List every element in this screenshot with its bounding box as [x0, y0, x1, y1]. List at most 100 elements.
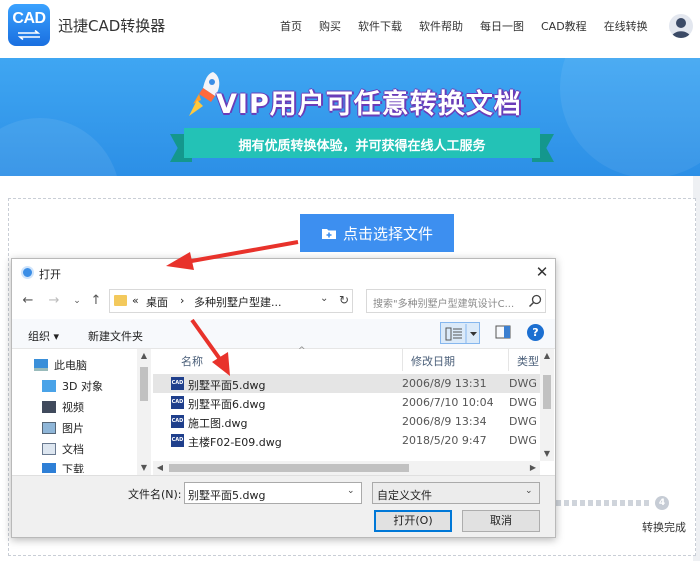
progress-track	[540, 500, 650, 506]
open-button[interactable]: 打开(O)	[374, 510, 452, 532]
tree-item-3d-objects[interactable]: 3D 对象	[42, 378, 103, 396]
command-bar: 组织 ▾ 新建文件夹 ?	[12, 319, 555, 349]
address-dropdown-icon[interactable]: ⌄	[320, 293, 328, 304]
forward-arrow-icon[interactable]: →	[46, 293, 62, 309]
document-icon	[42, 443, 56, 455]
scroll-up-icon[interactable]: ▲	[540, 349, 554, 363]
logo-icon[interactable]: CAD	[8, 4, 50, 46]
file-name: 主楼F02-E09.dwg	[188, 436, 282, 449]
filename-input[interactable]: 别墅平面5.dwg ⌄	[184, 482, 362, 504]
search-placeholder: 搜索"多种别墅户型建筑设计C...	[373, 299, 515, 310]
scroll-right-icon[interactable]: ▶	[526, 461, 540, 475]
organize-menu[interactable]: 组织 ▾	[28, 328, 59, 344]
new-folder-button[interactable]: 新建文件夹	[88, 328, 143, 344]
address-separator: ›	[180, 294, 185, 307]
address-prefix: «	[132, 294, 139, 307]
address-segment-folder[interactable]: 多种别墅户型建...	[194, 294, 282, 310]
banner-title: VIP用户可任意转换文档	[216, 89, 522, 120]
vip-banner[interactable]: VIP用户可任意转换文档 拥有优质转换体验，并可获得在线人工服务	[0, 58, 700, 176]
details-view-icon	[445, 324, 477, 344]
brand-name[interactable]: 迅捷CAD转换器	[58, 15, 165, 36]
cube-icon	[42, 380, 56, 392]
chevron-down-icon[interactable]: ⌄	[525, 486, 533, 496]
file-list-vscrollbar[interactable]: ▲ ▼	[540, 349, 554, 461]
cancel-button[interactable]: 取消	[462, 510, 540, 532]
view-options-button[interactable]	[440, 322, 480, 344]
file-row[interactable]: CAD 别墅平面5.dwg 2006/8/9 13:31 DWG	[153, 374, 541, 393]
file-name: 别墅平面5.dwg	[188, 379, 266, 392]
navigation-pane: 此电脑 3D 对象 视频 图片 文档 下载	[12, 349, 152, 475]
file-date: 2006/8/9 13:34	[402, 415, 487, 428]
address-bar[interactable]: « 桌面 › 多种别墅户型建... ⌄ ↻	[109, 289, 353, 313]
banner-subtitle: 拥有优质转换体验，并可获得在线人工服务	[238, 139, 486, 154]
tree-item-downloads[interactable]: 下载	[42, 461, 84, 473]
user-avatar-icon[interactable]	[669, 14, 693, 38]
scroll-thumb[interactable]	[543, 375, 551, 409]
filename-value: 别墅平面5.dwg	[188, 489, 266, 502]
tree-item-this-pc[interactable]: 此电脑	[34, 357, 87, 375]
column-header-date[interactable]: 修改日期	[403, 349, 509, 371]
help-icon[interactable]: ?	[527, 324, 544, 341]
nav-daily-drawing[interactable]: 每日一图	[480, 18, 524, 34]
file-list-hscrollbar[interactable]: ◀ ▶	[153, 461, 540, 475]
nav-download[interactable]: 软件下载	[358, 18, 402, 34]
tree-item-pictures[interactable]: 图片	[42, 420, 84, 438]
filename-label: 文件名(N):	[128, 488, 182, 501]
column-header-name[interactable]: 名称 ^	[173, 346, 403, 371]
back-arrow-icon[interactable]: ←	[20, 293, 36, 309]
filetype-select[interactable]: 自定义文件 ⌄	[372, 482, 540, 504]
scroll-left-icon[interactable]: ◀	[153, 461, 167, 475]
nav-scrollbar[interactable]: ▲ ▼	[137, 349, 151, 475]
scroll-down-icon[interactable]: ▼	[137, 461, 151, 475]
scroll-up-icon[interactable]: ▲	[137, 349, 151, 363]
site-header: CAD 迅捷CAD转换器 首页 购买 软件下载 软件帮助 每日一图 CAD教程 …	[0, 0, 700, 58]
choose-file-button[interactable]: 点击选择文件	[300, 214, 454, 252]
picture-icon	[42, 422, 56, 434]
add-file-icon	[321, 229, 336, 239]
browser-app-icon	[21, 266, 34, 279]
file-name: 施工图.dwg	[188, 417, 248, 430]
main-nav: 首页 购买 软件下载 软件帮助 每日一图 CAD教程 在线转换	[280, 18, 665, 34]
tree-item-documents[interactable]: 文档	[42, 441, 84, 459]
file-type: DWG	[509, 377, 537, 390]
dialog-title: 打开	[39, 268, 61, 281]
chevron-down-icon[interactable]: ⌄	[347, 486, 355, 496]
nav-buy[interactable]: 购买	[319, 18, 341, 34]
computer-icon	[34, 359, 48, 371]
dwg-file-icon: CAD	[171, 434, 184, 447]
dialog-titlebar[interactable]: 打开 ✕	[12, 259, 555, 285]
file-name: 别墅平面6.dwg	[188, 398, 266, 411]
scroll-thumb[interactable]	[169, 464, 409, 472]
scroll-down-icon[interactable]: ▼	[540, 447, 554, 461]
nav-tutorials[interactable]: CAD教程	[541, 18, 587, 34]
up-arrow-icon[interactable]: ↑	[88, 293, 104, 309]
scroll-thumb[interactable]	[140, 367, 148, 401]
file-row[interactable]: CAD 施工图.dwg 2006/8/9 13:34 DWG	[153, 412, 541, 431]
file-date: 2006/8/9 13:31	[402, 377, 487, 390]
file-type: DWG	[509, 396, 537, 409]
close-icon[interactable]: ✕	[532, 263, 552, 281]
tree-item-videos[interactable]: 视频	[42, 399, 84, 417]
refresh-icon[interactable]: ↻	[336, 293, 352, 309]
step-complete-label: 转换完成	[642, 521, 686, 534]
sort-ascending-icon: ^	[298, 346, 306, 356]
search-icon[interactable]	[527, 293, 543, 309]
filetype-value: 自定义文件	[377, 489, 432, 502]
file-row[interactable]: CAD 主楼F02-E09.dwg 2018/5/20 9:47 DWG	[153, 431, 541, 450]
recent-dropdown-icon[interactable]: ⌄	[69, 293, 85, 309]
banner-ribbon: 拥有优质转换体验，并可获得在线人工服务	[170, 128, 554, 162]
file-type: DWG	[509, 415, 537, 428]
nav-home[interactable]: 首页	[280, 18, 302, 34]
address-segment-desktop[interactable]: 桌面	[146, 294, 168, 310]
preview-pane-icon[interactable]	[495, 325, 511, 339]
dwg-file-icon: CAD	[171, 415, 184, 428]
choose-file-label: 点击选择文件	[342, 224, 433, 243]
nav-online-convert[interactable]: 在线转换	[604, 18, 648, 34]
step-4-badge: 4	[655, 496, 669, 510]
file-row[interactable]: CAD 别墅平面6.dwg 2006/7/10 10:04 DWG	[153, 393, 541, 412]
dwg-file-icon: CAD	[171, 396, 184, 409]
download-icon	[42, 463, 56, 473]
logo-text: CAD	[12, 10, 46, 27]
nav-help[interactable]: 软件帮助	[419, 18, 463, 34]
search-input[interactable]: 搜索"多种别墅户型建筑设计C...	[366, 289, 546, 313]
